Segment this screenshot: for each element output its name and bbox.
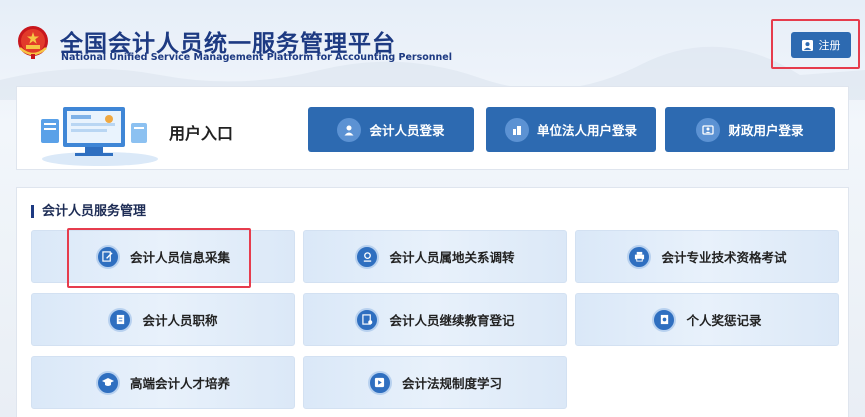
service-label: 会计人员属地关系调转 — [389, 250, 515, 265]
printer-icon — [627, 244, 652, 269]
user-entry-panel: 用户入口 会计人员登录 单位法人用户登录 财政用户登录 — [16, 86, 849, 170]
service-label: 会计专业技术资格考试 — [661, 250, 787, 265]
service-territorial-transfer[interactable]: 会计人员属地关系调转 — [303, 230, 567, 283]
finance-login-label: 财政用户登录 — [728, 123, 804, 138]
play-icon — [367, 370, 392, 395]
corporate-login-button[interactable]: 单位法人用户登录 — [486, 107, 656, 152]
corporate-login-label: 单位法人用户登录 — [536, 123, 637, 138]
service-regulations-study[interactable]: 会计法规制度学习 — [303, 356, 567, 409]
accountant-login-button[interactable]: 会计人员登录 — [308, 107, 474, 152]
service-continuing-education[interactable]: 会计人员继续教育登记 — [303, 293, 567, 346]
service-qualification-exam[interactable]: 会计专业技术资格考试 — [575, 230, 839, 283]
service-talent-training[interactable]: 高端会计人才培养 — [31, 356, 295, 409]
user-icon — [801, 39, 813, 51]
service-label: 会计人员继续教育登记 — [389, 313, 515, 328]
person-icon — [337, 117, 362, 142]
service-label: 个人奖惩记录 — [686, 313, 762, 328]
computer-illustration — [41, 107, 158, 166]
service-label: 会计法规制度学习 — [401, 376, 502, 391]
user-entry-title: 用户入口 — [169, 124, 234, 143]
register-icon — [355, 307, 380, 332]
service-label: 会计人员职称 — [142, 313, 218, 328]
id-card-icon — [696, 117, 721, 142]
register-button[interactable]: 注册 — [791, 32, 851, 58]
services-panel: 会计人员服务管理 会计人员信息采集 会计人员属地关系调转 会计专业技术资格考试 … — [16, 187, 849, 417]
service-professional-title[interactable]: 会计人员职称 — [31, 293, 295, 346]
service-reward-punishment[interactable]: 个人奖惩记录 — [575, 293, 839, 346]
building-icon — [504, 117, 529, 142]
finance-login-button[interactable]: 财政用户登录 — [665, 107, 835, 152]
accountant-login-label: 会计人员登录 — [369, 123, 445, 138]
info-collection-highlight-box — [67, 228, 251, 288]
site-subtitle: National Unified Service Management Plat… — [61, 52, 452, 63]
register-label: 注册 — [818, 39, 841, 52]
graduation-cap-icon — [95, 370, 120, 395]
national-emblem-logo — [18, 26, 48, 59]
document-icon — [108, 307, 133, 332]
services-title: 会计人员服务管理 — [31, 205, 146, 218]
location-icon — [355, 244, 380, 269]
service-label: 高端会计人才培养 — [129, 376, 230, 391]
record-icon — [652, 307, 677, 332]
